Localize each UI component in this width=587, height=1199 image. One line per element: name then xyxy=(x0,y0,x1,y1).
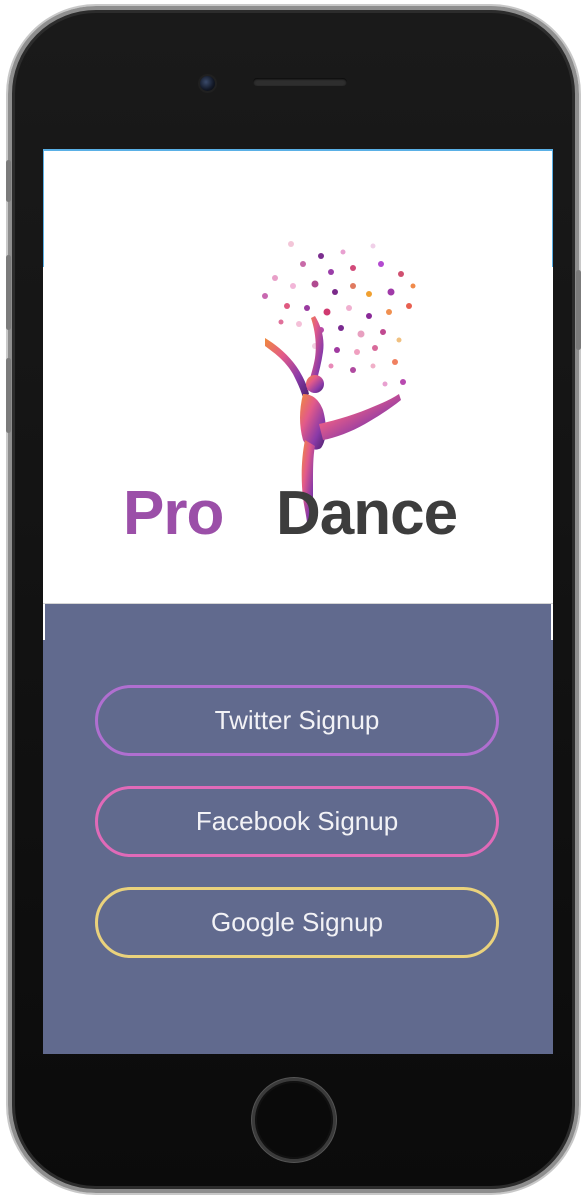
power-button xyxy=(576,270,581,350)
confetti-dots xyxy=(262,241,416,387)
home-button-icon[interactable] xyxy=(252,1078,336,1162)
screen-left-border xyxy=(43,149,44,267)
earpiece-speaker xyxy=(253,78,347,86)
signup-panel: Twitter Signup Facebook Signup Google Si… xyxy=(43,603,553,1054)
panel-edge-left xyxy=(43,604,45,640)
app-screen: Pro Dance Twitter Signup Facebook Signup… xyxy=(43,149,553,1054)
hero-section: Pro Dance xyxy=(43,149,553,603)
google-signup-button[interactable]: Google Signup xyxy=(95,887,499,958)
mute-switch xyxy=(6,160,11,202)
volume-down-button xyxy=(6,358,11,433)
screen-top-border xyxy=(43,149,553,151)
brand-title-part1: Pro xyxy=(123,479,224,548)
facebook-signup-button[interactable]: Facebook Signup xyxy=(95,786,499,857)
twitter-signup-button[interactable]: Twitter Signup xyxy=(95,685,499,756)
brand-title-part2: Dance xyxy=(276,479,458,548)
brand-logo: Pro Dance xyxy=(123,474,493,554)
panel-edge-right xyxy=(551,604,553,640)
front-camera-icon xyxy=(198,74,217,93)
screen-right-border xyxy=(552,149,553,267)
volume-up-button xyxy=(6,255,11,330)
